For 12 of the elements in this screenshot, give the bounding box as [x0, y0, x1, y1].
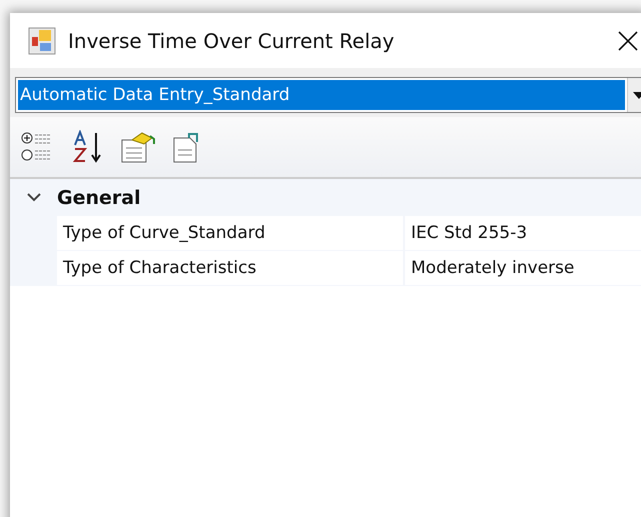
app-icon	[28, 26, 56, 54]
category-label: General	[57, 186, 141, 208]
dropdown-field[interactable]: Automatic Data Entry_Standard	[15, 77, 641, 113]
property-value[interactable]: IEC Std 255-3	[405, 216, 641, 251]
chevron-icon	[26, 193, 40, 202]
window-title: Inverse Time Over Current Relay	[68, 28, 396, 52]
property-name: Type of Curve_Standard	[57, 216, 405, 251]
property-name: Type of Characteristics	[57, 251, 405, 286]
dropdown-value: Automatic Data Entry_Standard	[18, 80, 625, 110]
close-icon	[617, 30, 639, 52]
caret-icon	[632, 92, 641, 98]
property-value[interactable]: Moderately inverse	[405, 251, 641, 286]
